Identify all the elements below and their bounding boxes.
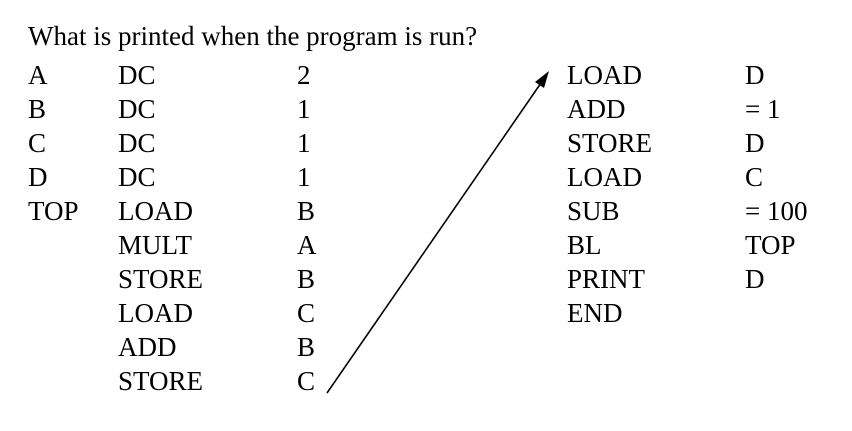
- line-opcode: ADD: [567, 94, 626, 124]
- line-opcode: LOAD: [567, 162, 642, 192]
- line-operand: B: [297, 196, 316, 226]
- line-operand: = 100: [745, 196, 808, 226]
- line-opcode: STORE: [118, 366, 204, 396]
- line-operand: D: [745, 60, 765, 90]
- continuation-arrow-head: [535, 71, 549, 88]
- line-operand: B: [297, 332, 316, 362]
- line-operand: D: [745, 128, 765, 158]
- line-opcode: MULT: [118, 230, 193, 260]
- line-label: A: [28, 60, 48, 90]
- line-label: C: [28, 128, 47, 158]
- line-operand: C: [745, 162, 764, 192]
- line-opcode: DC: [118, 60, 156, 90]
- line-opcode: LOAD: [118, 298, 193, 328]
- line-operand: A: [297, 230, 317, 260]
- line-operand: C: [297, 366, 316, 396]
- line-opcode: LOAD: [567, 60, 642, 90]
- line-operand: 1: [297, 94, 311, 124]
- line-operand: 2: [297, 60, 311, 90]
- line-opcode: STORE: [567, 128, 653, 158]
- line-opcode: SUB: [567, 196, 620, 226]
- line-opcode: LOAD: [118, 196, 193, 226]
- line-operand: 1: [297, 128, 311, 158]
- line-operand: B: [297, 264, 316, 294]
- line-operand: TOP: [745, 230, 796, 260]
- line-opcode: BL: [567, 230, 602, 260]
- line-label: B: [28, 94, 47, 124]
- line-operand: C: [297, 298, 316, 328]
- line-opcode: STORE: [118, 264, 204, 294]
- line-operand: = 1: [745, 94, 781, 124]
- line-opcode: ADD: [118, 332, 177, 362]
- line-opcode: DC: [118, 128, 156, 158]
- line-label: D: [28, 162, 48, 192]
- line-opcode: DC: [118, 162, 156, 192]
- line-opcode: END: [567, 298, 623, 328]
- line-opcode: DC: [118, 94, 156, 124]
- line-opcode: PRINT: [567, 264, 646, 294]
- question-text: What is printed when the program is run?: [28, 21, 478, 51]
- line-label: TOP: [28, 196, 79, 226]
- line-operand: D: [745, 264, 765, 294]
- continuation-arrow-line: [326, 82, 542, 394]
- line-operand: 1: [297, 162, 311, 192]
